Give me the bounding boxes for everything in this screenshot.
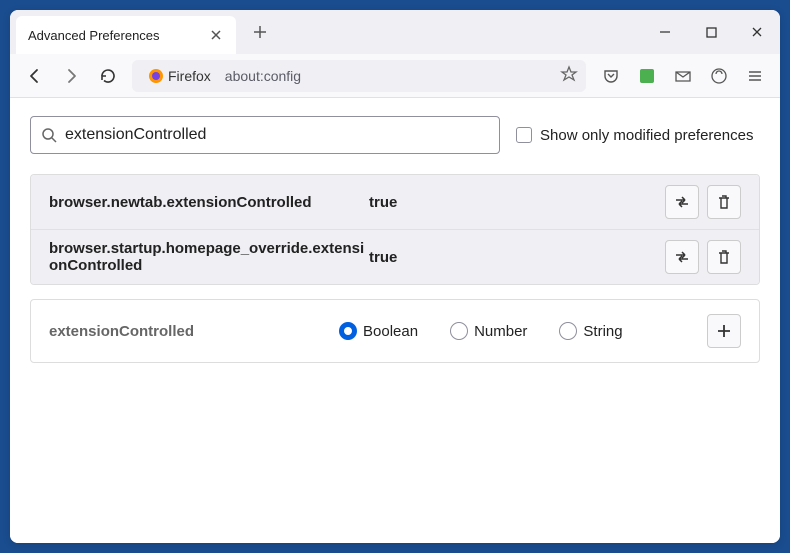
pref-name: browser.newtab.extensionControlled xyxy=(49,194,369,211)
pref-value: true xyxy=(369,249,469,266)
radio-number[interactable]: Number xyxy=(450,322,527,340)
titlebar: Advanced Preferences xyxy=(10,10,780,54)
pref-row: browser.newtab.extensionControlled true xyxy=(31,175,759,229)
url-bar[interactable]: Firefox about:config xyxy=(132,60,586,92)
new-tab-button[interactable] xyxy=(246,18,274,46)
delete-button[interactable] xyxy=(707,240,741,274)
pocket-icon[interactable] xyxy=(594,59,628,93)
add-button[interactable] xyxy=(707,314,741,348)
extension-icon[interactable] xyxy=(630,59,664,93)
search-row: extensionControlled Show only modified p… xyxy=(30,116,760,154)
reload-button[interactable] xyxy=(90,59,124,93)
tab-title: Advanced Preferences xyxy=(28,28,160,43)
url-text: about:config xyxy=(225,68,301,84)
radio-boolean[interactable]: Boolean xyxy=(339,322,418,340)
bookmark-star-icon[interactable] xyxy=(560,65,578,86)
browser-tab[interactable]: Advanced Preferences xyxy=(16,16,236,54)
checkbox-icon xyxy=(516,127,532,143)
prefs-table: browser.newtab.extensionControlled true … xyxy=(30,174,760,285)
pref-row: browser.startup.homepage_override.extens… xyxy=(31,229,759,284)
search-input[interactable]: extensionControlled xyxy=(30,116,500,154)
add-pref-row: extensionControlled Boolean Number Strin… xyxy=(30,299,760,363)
maximize-button[interactable] xyxy=(688,10,734,54)
close-tab-icon[interactable] xyxy=(208,27,224,43)
about-config-content: extensionControlled Show only modified p… xyxy=(10,98,780,543)
menu-button[interactable] xyxy=(738,59,772,93)
toggle-button[interactable] xyxy=(665,185,699,219)
close-window-button[interactable] xyxy=(734,10,780,54)
minimize-button[interactable] xyxy=(642,10,688,54)
forward-button[interactable] xyxy=(54,59,88,93)
mail-icon[interactable] xyxy=(666,59,700,93)
firefox-icon xyxy=(148,68,164,84)
identity-label: Firefox xyxy=(168,68,211,84)
identity-pill[interactable]: Firefox xyxy=(140,66,219,86)
search-value: extensionControlled xyxy=(65,126,206,144)
checkbox-label: Show only modified preferences xyxy=(540,127,753,144)
delete-button[interactable] xyxy=(707,185,741,219)
pref-value: true xyxy=(369,194,469,211)
add-pref-name: extensionControlled xyxy=(49,323,339,340)
profile-icon[interactable] xyxy=(702,59,736,93)
radio-string[interactable]: String xyxy=(559,322,622,340)
pref-name: browser.startup.homepage_override.extens… xyxy=(49,240,369,274)
navigation-toolbar: Firefox about:config xyxy=(10,54,780,98)
back-button[interactable] xyxy=(18,59,52,93)
type-radio-group: Boolean Number String xyxy=(339,322,623,340)
window-controls xyxy=(642,10,780,54)
search-icon xyxy=(41,127,57,143)
show-modified-checkbox[interactable]: Show only modified preferences xyxy=(516,127,753,144)
toggle-button[interactable] xyxy=(665,240,699,274)
browser-window: Advanced Preferences Firefox about:confi… xyxy=(10,10,780,543)
